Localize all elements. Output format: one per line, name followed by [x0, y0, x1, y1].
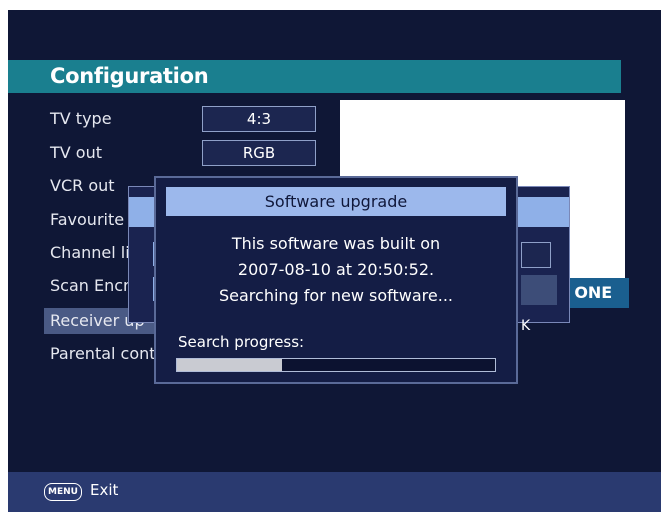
- background-dialog-field: [521, 275, 557, 305]
- menu-item-channel-list[interactable]: Channel lis: [50, 240, 138, 266]
- dialog-message-line: Searching for new software...: [218, 286, 453, 305]
- footer-bar: MENU Exit: [8, 472, 661, 512]
- background-dialog-field: [521, 242, 551, 268]
- progress-bar: [176, 358, 496, 372]
- exit-label[interactable]: Exit: [90, 481, 118, 499]
- title-bar: Configuration: [8, 60, 621, 93]
- software-upgrade-dialog: Software upgrade This software was built…: [154, 176, 518, 384]
- tv-out-value[interactable]: RGB: [202, 140, 316, 166]
- dialog-title: Software upgrade: [166, 187, 506, 216]
- menu-item-tv-out[interactable]: TV out: [50, 140, 102, 166]
- tv-type-value[interactable]: 4:3: [202, 106, 316, 132]
- menu-key-icon: MENU: [44, 483, 82, 501]
- tv-screen: Configuration TV type TV out VCR out Fav…: [8, 10, 661, 512]
- menu-item-favourite[interactable]: Favourite r: [50, 207, 136, 233]
- menu-item-vcr-out[interactable]: VCR out: [50, 173, 115, 199]
- progress-label: Search progress:: [178, 333, 305, 351]
- menu-item-tv-type[interactable]: TV type: [50, 106, 112, 132]
- dialog-message-line: 2007-08-10 at 20:50:52.: [237, 260, 435, 279]
- dialog-message-line: This software was built on: [231, 234, 441, 253]
- page-title: Configuration: [50, 64, 209, 88]
- menu-item-scan-encrypted[interactable]: Scan Encry: [50, 273, 139, 299]
- progress-fill: [177, 359, 282, 371]
- menu-item-parental-control[interactable]: Parental cont: [50, 341, 156, 367]
- background-dialog-mark: K: [521, 318, 531, 334]
